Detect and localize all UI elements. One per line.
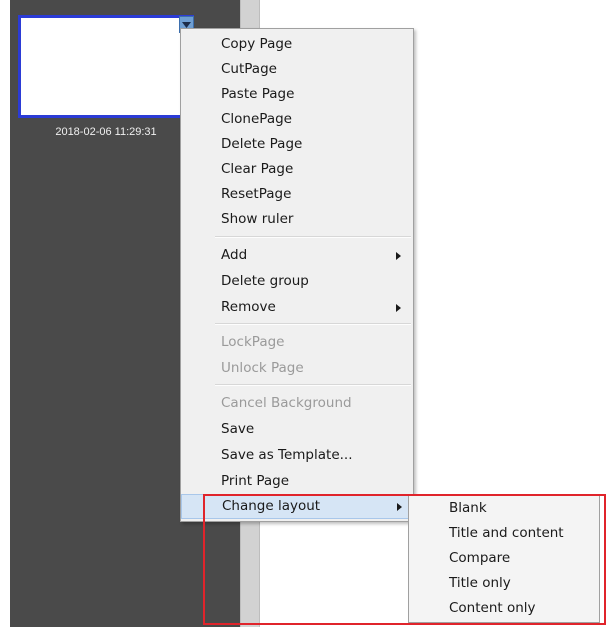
menu-item-save-as-template[interactable]: Save as Template...: [181, 443, 413, 468]
menu-separator: [215, 236, 411, 238]
menu-item-add[interactable]: Add: [181, 243, 413, 268]
menu-item-clear-page[interactable]: Clear Page: [181, 157, 413, 182]
menu-item-label: Print Page: [221, 473, 290, 489]
menu-item-copy-page[interactable]: Copy Page: [181, 32, 413, 57]
menu-item-clone-page[interactable]: ClonePage: [181, 107, 413, 132]
menu-item-cancel-background: Cancel Background: [181, 391, 413, 416]
menu-item-label: LockPage: [221, 334, 285, 350]
layout-compare[interactable]: Compare: [409, 546, 599, 571]
menu-item-print-page[interactable]: Print Page: [181, 469, 413, 494]
layout-title-and-content[interactable]: Title and content: [409, 521, 599, 546]
menu-item-label: Cancel Background: [221, 395, 352, 411]
menu-item-remove[interactable]: Remove: [181, 295, 413, 320]
menu-item-show-ruler[interactable]: Show ruler: [181, 207, 413, 232]
menu-item-label: Show ruler: [221, 211, 294, 227]
menu-item-label: Remove: [221, 299, 276, 315]
menu-item-label: Copy Page: [221, 36, 293, 52]
menu-separator: [215, 323, 411, 325]
triangle-right-icon: [396, 243, 401, 268]
menu-item-paste-page[interactable]: Paste Page: [181, 82, 413, 107]
menu-item-label: CutPage: [221, 61, 277, 77]
triangle-right-icon: [396, 295, 401, 320]
menu-item-label: Save as Template...: [221, 447, 353, 463]
layout-blank[interactable]: Blank: [409, 496, 599, 521]
menu-item-save[interactable]: Save: [181, 417, 413, 442]
change-layout-submenu: Blank Title and content Compare Title on…: [408, 494, 600, 623]
menu-item-label: ResetPage: [221, 186, 292, 202]
triangle-right-icon: [397, 495, 402, 518]
layout-title-only[interactable]: Title only: [409, 571, 599, 596]
menu-item-delete-page[interactable]: Delete Page: [181, 132, 413, 157]
menu-item-label: Change layout: [222, 498, 321, 514]
menu-item-label: ClonePage: [221, 111, 292, 127]
menu-item-lock-page: LockPage: [181, 330, 413, 355]
menu-item-label: Clear Page: [221, 161, 294, 177]
menu-item-label: Unlock Page: [221, 360, 304, 376]
menu-separator: [215, 384, 411, 386]
context-menu: Copy Page CutPage Paste Page ClonePage D…: [180, 28, 414, 522]
menu-item-reset-page[interactable]: ResetPage: [181, 182, 413, 207]
menu-item-label: Delete group: [221, 273, 309, 289]
thumbnail-timestamp: 2018-02-06 11:29:31: [55, 126, 157, 138]
slide-thumbnail[interactable]: [18, 15, 194, 118]
menu-item-label: Delete Page: [221, 136, 303, 152]
menu-item-cut-page[interactable]: CutPage: [181, 57, 413, 82]
menu-item-label: Save: [221, 421, 255, 437]
layout-content-only[interactable]: Content only: [409, 596, 599, 621]
menu-item-change-layout[interactable]: Change layout: [181, 494, 413, 519]
menu-item-label: Paste Page: [221, 86, 295, 102]
triangle-down-icon: [182, 21, 191, 28]
menu-item-label: Add: [221, 247, 248, 263]
menu-item-delete-group[interactable]: Delete group: [181, 269, 413, 294]
menu-item-unlock-page: Unlock Page: [181, 356, 413, 381]
